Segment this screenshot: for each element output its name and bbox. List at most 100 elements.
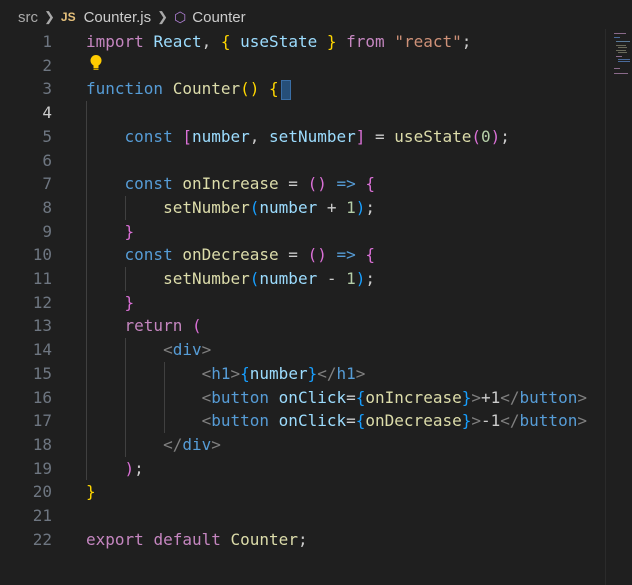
code-line[interactable]: 19 ); [0, 457, 605, 481]
line-number: 12 [32, 292, 52, 312]
code-token: ; [365, 269, 376, 288]
code-token: useState [240, 32, 318, 51]
code-token: = [278, 174, 308, 194]
code-text: const onIncrease = () => { [86, 172, 376, 196]
breadcrumb-folder[interactable]: src [18, 9, 38, 26]
code-text: setNumber(number - 1); [86, 267, 375, 291]
code-line[interactable]: 5 const [number, setNumber] = useState(0… [0, 125, 605, 149]
code-line[interactable]: 11 setNumber(number - 1); [0, 267, 605, 291]
code-token: setNumber [163, 197, 250, 217]
code-line[interactable]: 16 <button onClick={onIncrease}>+1</butt… [0, 386, 605, 410]
code-line[interactable]: 21 [0, 504, 605, 528]
code-text: const [number, setNumber] = useState(0); [86, 125, 510, 149]
code-line[interactable]: 6 [0, 149, 605, 173]
code-token: { [240, 363, 250, 383]
code-token: = [365, 126, 395, 146]
code-editor[interactable]: 1 import React, { useState } from "react"… [0, 29, 605, 585]
code-token: 0 [481, 126, 491, 146]
line-number: 6 [42, 150, 52, 170]
code-line[interactable]: 15 <h1>{number}</h1> [0, 362, 605, 386]
code-token: { [365, 174, 376, 194]
code-text: } [86, 220, 135, 244]
minimap[interactable] [605, 29, 632, 585]
line-number: 17 [32, 411, 52, 431]
code-token: ) [355, 197, 366, 217]
code-token: setNumber [163, 269, 250, 288]
code-token: </ [500, 411, 520, 431]
lightbulb-icon[interactable] [88, 54, 104, 72]
symbol-class-icon: ⬡ [174, 8, 187, 25]
code-token: { [355, 411, 366, 431]
code-token: 1 [346, 269, 356, 288]
code-line[interactable]: 20} [0, 480, 605, 504]
line-number: 15 [32, 363, 52, 383]
code-token: ; [461, 32, 472, 51]
code-token: = [346, 387, 356, 407]
code-line[interactable]: 1 import React, { useState } from "react"… [0, 30, 605, 54]
line-number: 14 [32, 340, 52, 360]
code-token: ( [191, 316, 202, 336]
breadcrumb-file[interactable]: Counter.js [84, 9, 152, 26]
code-text: </div> [86, 433, 221, 457]
line-number: 2 [42, 55, 52, 75]
line-number: 13 [32, 316, 52, 336]
code-token: { [220, 32, 231, 51]
chevron-right-icon: ❯ [44, 9, 55, 24]
code-token: < [201, 387, 212, 407]
code-line[interactable]: 13 return ( [0, 314, 605, 338]
line-number: 4 [42, 103, 52, 123]
code-token: export [86, 529, 144, 549]
code-line[interactable]: 8 setNumber(number + 1); [0, 196, 605, 220]
line-number: 8 [42, 197, 52, 217]
code-token: return [124, 316, 183, 336]
code-token: < [163, 340, 173, 360]
code-token: > [230, 363, 241, 383]
code-token: } [124, 221, 135, 241]
code-token: = [346, 411, 356, 431]
code-text: const onDecrease = () => { [86, 243, 376, 267]
code-token: Counter [230, 529, 298, 549]
code-token: Counter [172, 79, 241, 99]
code-token: ) [490, 126, 501, 146]
code-token: < [201, 363, 212, 383]
code-text: ); [86, 457, 144, 481]
code-line[interactable]: 22 export default Counter; [0, 528, 605, 552]
code-token: ) [355, 269, 366, 288]
code-line[interactable]: 12 } [0, 291, 605, 315]
code-line[interactable]: 7 const onIncrease = () => { [0, 172, 605, 196]
code-token: } [124, 292, 135, 312]
code-line[interactable]: 3 function Counter() { [0, 77, 605, 101]
code-line[interactable]: 18 </div> [0, 433, 605, 457]
code-text: setNumber(number + 1); [86, 196, 375, 220]
code-token: onIncrease [365, 387, 462, 407]
code-token: from [346, 32, 385, 51]
code-token: button [211, 387, 270, 407]
breadcrumb-symbol[interactable]: Counter [192, 9, 245, 26]
indent-guide [86, 101, 87, 481]
code-line[interactable]: 4 [0, 101, 605, 126]
code-token: 1 [346, 197, 356, 217]
code-token: > [471, 411, 481, 431]
code-token: > [201, 340, 212, 360]
code-token: ; [134, 458, 144, 478]
code-token: number [259, 197, 318, 217]
code-line[interactable]: 14 <div> [0, 338, 605, 362]
code-line[interactable]: 10 const onDecrease = () => { [0, 243, 605, 267]
code-token: </ [500, 387, 520, 407]
code-line[interactable]: 9 } [0, 220, 605, 244]
code-token: , [249, 126, 270, 146]
code-line[interactable]: 17 <button onClick={onDecrease}>-1</butt… [0, 409, 605, 433]
indent-guide [124, 338, 126, 457]
javascript-file-icon: JS [60, 10, 76, 24]
code-token: h1 [211, 363, 231, 383]
code-token: ; [500, 126, 510, 146]
